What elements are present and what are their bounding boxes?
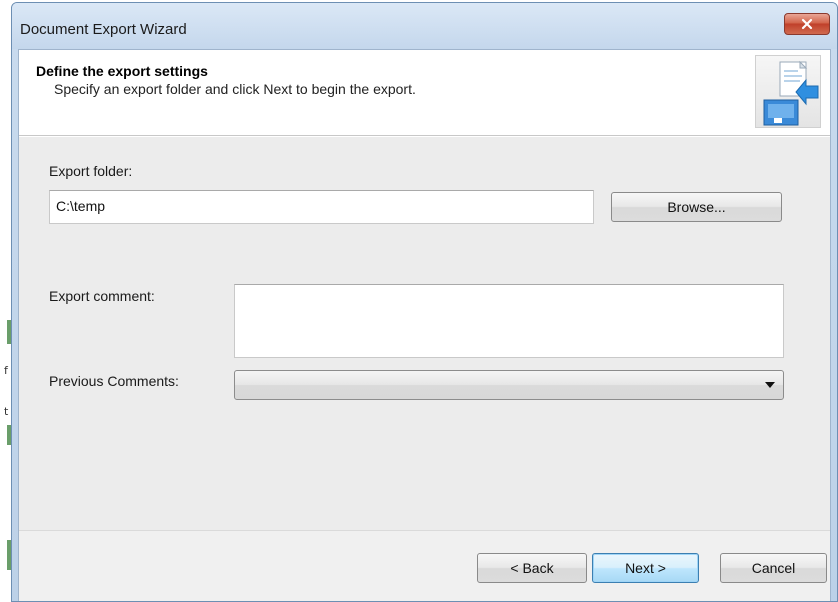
browse-button[interactable]: Browse... — [611, 192, 782, 222]
page-title: Define the export settings — [36, 63, 208, 79]
close-button[interactable] — [784, 13, 830, 35]
title-bar[interactable]: Document Export Wizard — [12, 3, 837, 49]
export-folder-label: Export folder: — [49, 163, 133, 179]
background-text-f: f — [4, 364, 8, 377]
export-wizard-icon — [755, 55, 821, 128]
close-icon — [801, 18, 813, 30]
previous-comments-label: Previous Comments: — [49, 373, 179, 389]
wizard-body: Export folder: C:\temp Browse... Export … — [19, 137, 830, 530]
export-comment-input[interactable] — [234, 284, 784, 358]
wizard-client-area: Define the export settings Specify an ex… — [18, 49, 831, 601]
export-wizard-dialog: Document Export Wizard Define the export… — [11, 2, 838, 602]
page-subtitle: Specify an export folder and click Next … — [54, 81, 416, 97]
background-text-t: t — [4, 405, 9, 418]
export-folder-input[interactable]: C:\temp — [49, 190, 594, 224]
back-button[interactable]: < Back — [477, 553, 587, 583]
export-comment-label: Export comment: — [49, 288, 155, 304]
window-title: Document Export Wizard — [20, 21, 187, 38]
cancel-button[interactable]: Cancel — [720, 553, 827, 583]
chevron-down-icon — [765, 382, 775, 388]
wizard-header: Define the export settings Specify an ex… — [19, 50, 830, 136]
previous-comments-dropdown[interactable] — [234, 370, 784, 400]
next-button[interactable]: Next > — [592, 553, 699, 583]
wizard-footer: < Back Next > Cancel — [19, 530, 830, 601]
